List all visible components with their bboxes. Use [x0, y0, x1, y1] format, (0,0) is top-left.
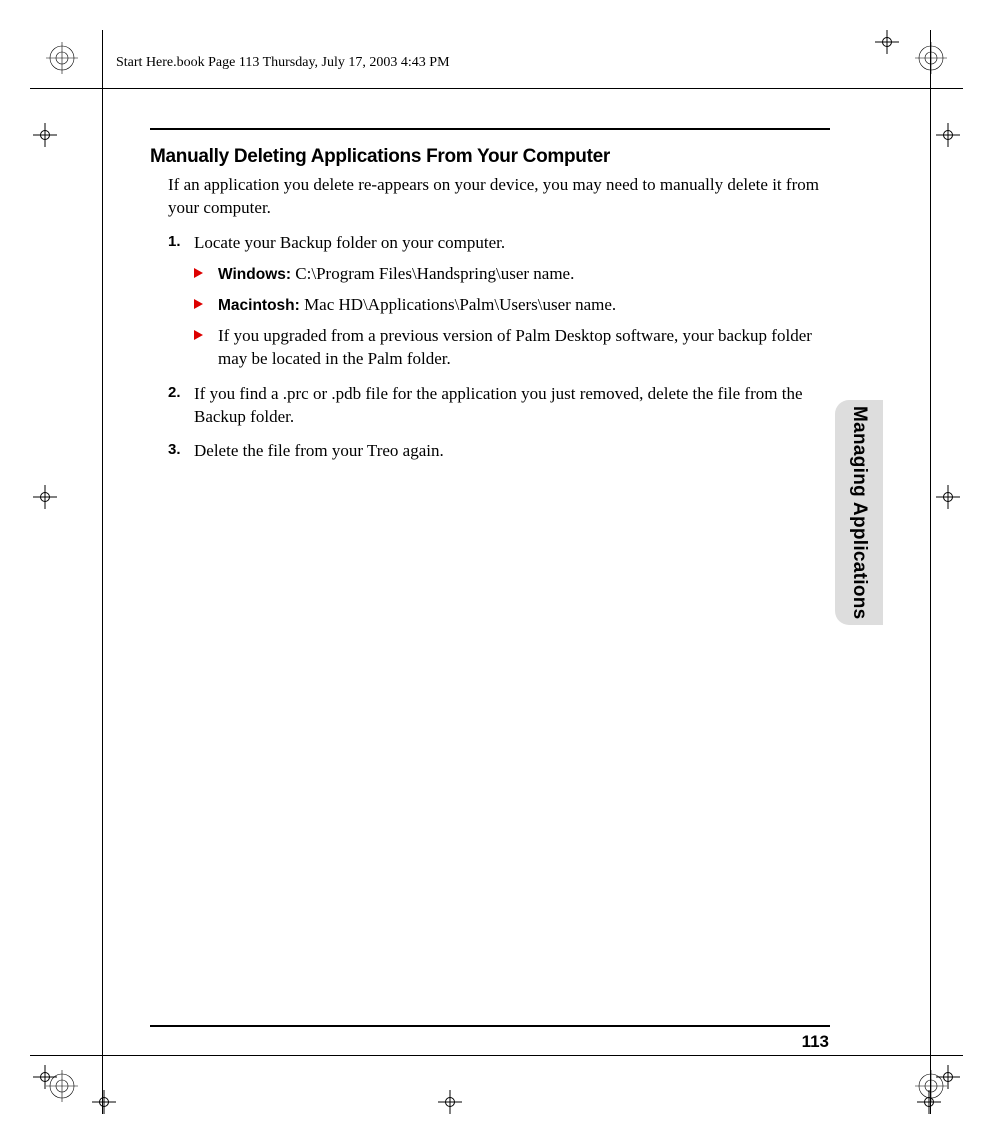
- bullet-label: Windows:: [218, 266, 291, 283]
- page-number: 113: [802, 1032, 829, 1052]
- bullet-text: If you upgraded from a previous version …: [218, 326, 812, 368]
- step-list: 1. Locate your Backup folder on your com…: [150, 232, 830, 464]
- crosshair-icon: [875, 30, 899, 54]
- step-number: 3.: [168, 440, 181, 460]
- bullet-item: Windows: C:\Program Files\Handspring\use…: [194, 263, 830, 286]
- crosshair-icon: [33, 1065, 57, 1089]
- crosshair-icon: [33, 485, 57, 509]
- intro-paragraph: If an application you delete re-appears …: [150, 174, 830, 220]
- bullet-text: Mac HD\Applications\Palm\Users\user name…: [300, 295, 616, 314]
- crosshair-icon: [917, 1090, 941, 1114]
- bullet-text: C:\Program Files\Handspring\user name.: [291, 264, 574, 283]
- step-text: If you find a .prc or .pdb file for the …: [194, 384, 803, 426]
- registration-mark-icon: [46, 42, 78, 74]
- step-number: 1.: [168, 232, 181, 252]
- step-item: 2. If you find a .prc or .pdb file for t…: [168, 383, 830, 429]
- crosshair-icon: [92, 1090, 116, 1114]
- registration-mark-icon: [915, 42, 947, 74]
- step-text: Delete the file from your Treo again.: [194, 441, 444, 460]
- content-bottom-rule: [150, 1025, 830, 1027]
- page-content: Manually Deleting Applications From Your…: [150, 128, 830, 463]
- step-item: 1. Locate your Backup folder on your com…: [168, 232, 830, 371]
- crop-rule: [30, 1055, 963, 1056]
- document-page: Start Here.book Page 113 Thursday, July …: [0, 0, 993, 1144]
- bullet-list: Windows: C:\Program Files\Handspring\use…: [194, 263, 830, 371]
- crop-rule: [102, 30, 103, 1114]
- crosshair-icon: [438, 1090, 462, 1114]
- step-item: 3. Delete the file from your Treo again.: [168, 440, 830, 463]
- step-text: Locate your Backup folder on your comput…: [194, 233, 505, 252]
- crop-rule: [30, 88, 963, 89]
- section-heading: Manually Deleting Applications From Your…: [150, 146, 830, 168]
- section-thumb-tab: Managing Applications: [835, 400, 883, 625]
- crop-rule: [930, 30, 931, 1114]
- bullet-label: Macintosh:: [218, 297, 300, 314]
- framemaker-header: Start Here.book Page 113 Thursday, July …: [116, 55, 450, 71]
- step-number: 2.: [168, 383, 181, 403]
- bullet-item: If you upgraded from a previous version …: [194, 325, 830, 371]
- crosshair-icon: [936, 1065, 960, 1089]
- crosshair-icon: [936, 485, 960, 509]
- crosshair-icon: [936, 123, 960, 147]
- bullet-item: Macintosh: Mac HD\Applications\Palm\User…: [194, 294, 830, 317]
- thumb-tab-label: Managing Applications: [848, 406, 870, 620]
- crosshair-icon: [33, 123, 57, 147]
